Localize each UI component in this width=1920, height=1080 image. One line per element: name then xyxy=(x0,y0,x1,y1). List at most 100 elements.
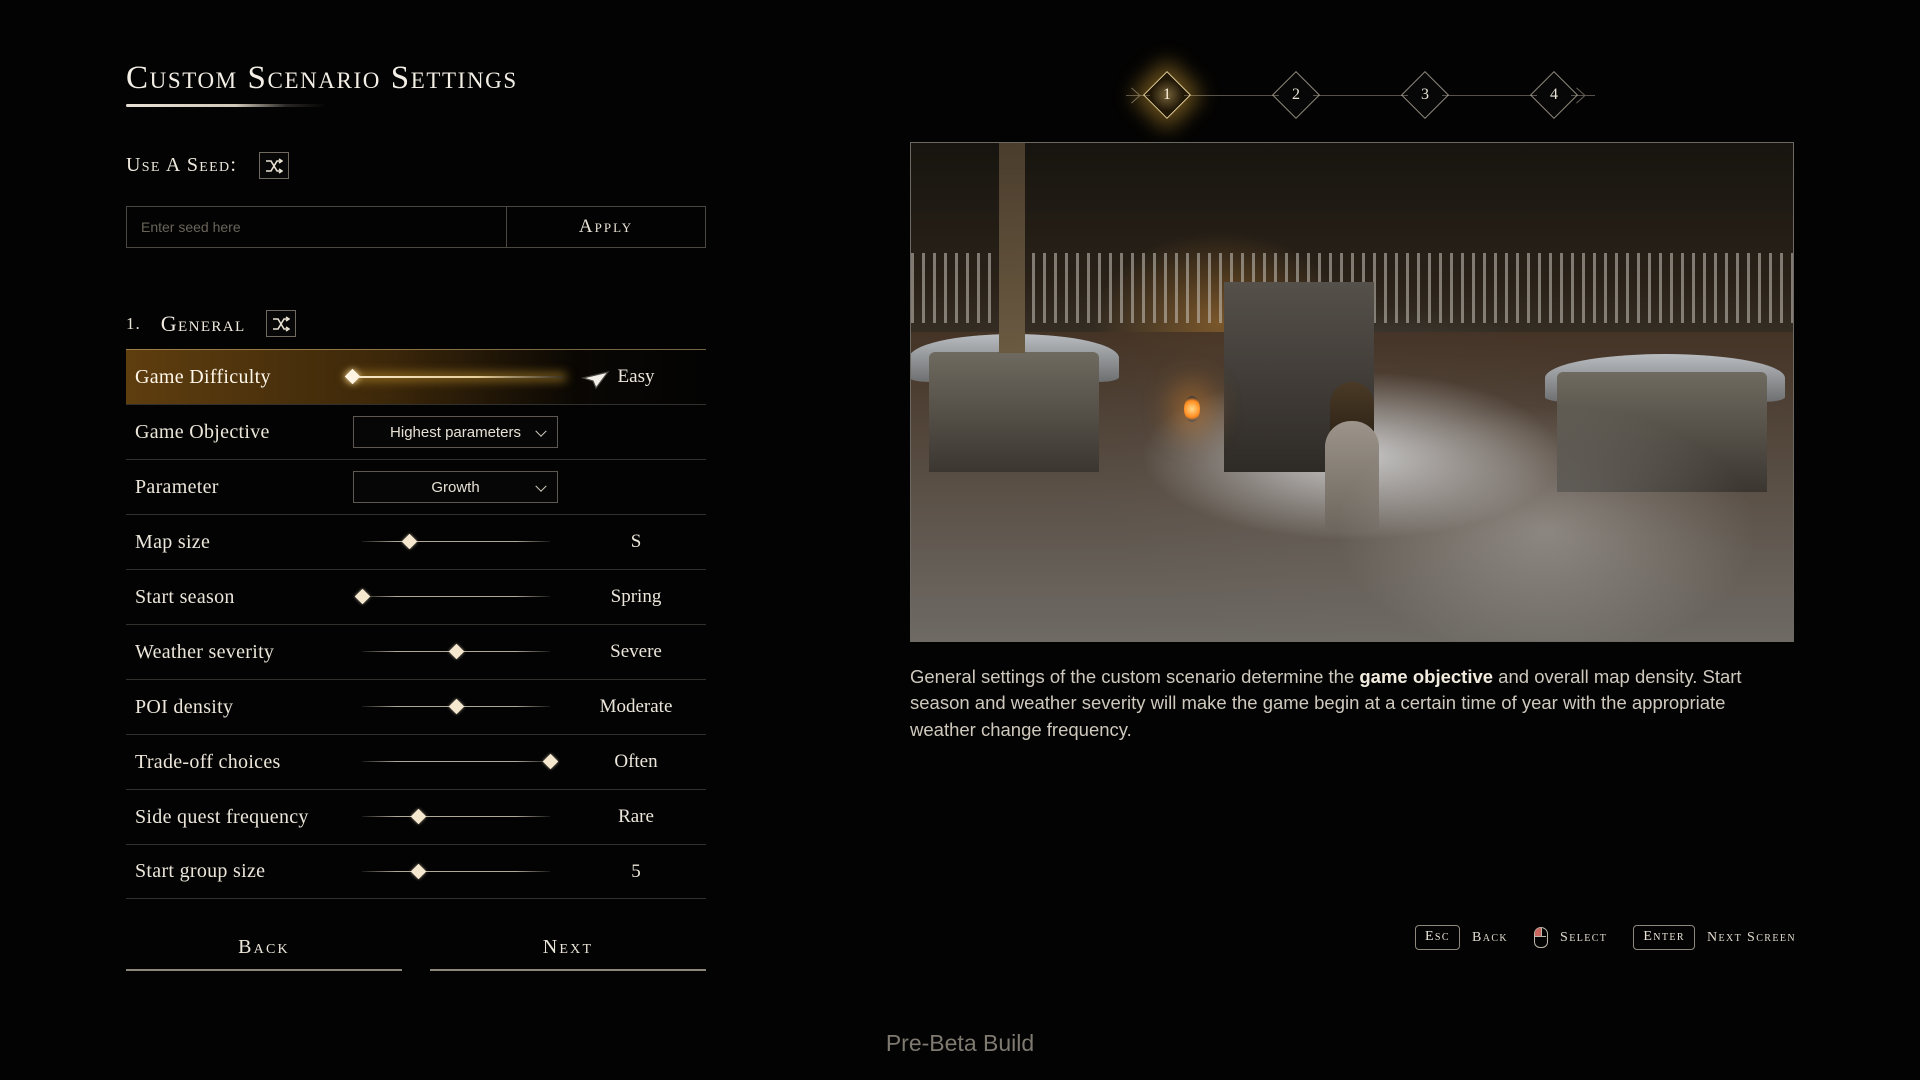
build-tag: Pre-Beta Build xyxy=(885,1030,1035,1056)
keycap-esc: Esc xyxy=(1414,925,1460,950)
setting-dropdown[interactable]: Highest parameters xyxy=(353,416,558,448)
setting-label: POI density xyxy=(135,695,234,718)
seed-label: Use a seed: xyxy=(126,154,238,176)
setting-slider[interactable] xyxy=(361,753,558,770)
description-highlight: game objective xyxy=(1359,666,1494,687)
setting-control xyxy=(345,533,566,550)
setting-label: Side quest frequency xyxy=(135,805,309,828)
dropdown-value: Highest parameters xyxy=(390,423,521,441)
key-hint-action: Back xyxy=(1471,929,1509,945)
setting-row-start-season[interactable]: Start season Spring xyxy=(126,569,706,624)
slider-track xyxy=(361,541,550,542)
setting-row-parameter[interactable]: Parameter Growth xyxy=(126,459,706,514)
slider-track xyxy=(361,761,550,762)
section-header-general: 1. General xyxy=(126,310,736,337)
key-hints-bar: Esc Back Select Enter Next screen xyxy=(1414,925,1810,950)
seed-input[interactable] xyxy=(126,207,506,247)
setting-row-weather-severity[interactable]: Weather severity Severe xyxy=(126,624,706,679)
seed-input-row: Apply xyxy=(126,206,706,248)
setting-slider[interactable] xyxy=(345,368,563,385)
custom-scenario-settings-screen: Custom Scenario Settings Use a seed: App… xyxy=(0,0,1920,1080)
key-hint-action: Select xyxy=(1560,929,1608,945)
setting-control xyxy=(345,753,566,770)
setting-value: Often xyxy=(614,751,658,772)
back-button[interactable]: Back xyxy=(126,925,402,971)
key-hint-action: Next screen xyxy=(1706,929,1796,945)
setting-label: Start season xyxy=(135,585,235,608)
chevron-down-icon xyxy=(535,425,547,437)
setting-slider[interactable] xyxy=(361,643,550,660)
setting-label: Start group size xyxy=(135,860,266,882)
seed-shuffle-icon[interactable] xyxy=(259,152,290,179)
apply-seed-button[interactable]: Apply xyxy=(506,207,706,247)
setting-value: Moderate xyxy=(599,696,673,717)
setting-slider[interactable] xyxy=(361,863,550,880)
setting-slider[interactable] xyxy=(361,698,550,715)
shuffle-icon xyxy=(266,157,284,174)
slider-handle[interactable] xyxy=(345,368,361,385)
setting-row-trade-off-choices[interactable]: Trade-off choices Often xyxy=(126,734,706,789)
step-indicator: 1 2 3 4 xyxy=(910,60,1810,130)
setting-slider[interactable] xyxy=(354,588,550,605)
title-underline xyxy=(126,104,326,107)
setting-row-start-group-size[interactable]: Start group size 5 xyxy=(126,844,706,899)
step-label: 4 xyxy=(1549,86,1558,103)
setting-row-game-difficulty[interactable]: Game Difficulty Easy xyxy=(126,349,706,404)
slider-handle[interactable] xyxy=(448,643,464,660)
scenario-preview-image xyxy=(910,142,1794,642)
setting-row-game-objective[interactable]: Game Objective Highest parameters xyxy=(126,404,706,459)
panel-footer-buttons: Back Next xyxy=(126,925,706,971)
step-label: 3 xyxy=(1420,86,1429,103)
mouse-cursor-pointer xyxy=(580,364,610,395)
setting-row-side-quest-frequency[interactable]: Side quest frequency Rare xyxy=(126,789,706,844)
setting-control xyxy=(345,643,566,660)
next-button[interactable]: Next xyxy=(430,925,706,971)
section-description: General settings of the custom scenario … xyxy=(910,664,1746,743)
page-title: Custom Scenario Settings xyxy=(126,60,518,96)
slider-handle[interactable] xyxy=(354,588,370,605)
step-label: 2 xyxy=(1291,86,1300,103)
mouse-divider xyxy=(1540,928,1542,936)
setting-row-poi-density[interactable]: POI density Moderate xyxy=(126,679,706,734)
section-title: General xyxy=(160,310,246,336)
setting-label: Map size xyxy=(135,530,211,553)
step-label: 1 xyxy=(1162,86,1171,103)
step-2[interactable]: 2 xyxy=(1271,70,1320,120)
setting-slider[interactable] xyxy=(361,533,550,550)
setting-control xyxy=(345,588,566,605)
setting-control xyxy=(345,808,566,825)
setting-label: Trade-off choices xyxy=(135,750,281,773)
preview-panel: 1 2 3 4 General settings of the custom scen… xyxy=(910,60,1810,743)
slider-handle[interactable] xyxy=(410,863,427,879)
shuffle-icon xyxy=(272,315,290,332)
section-shuffle-icon[interactable] xyxy=(265,310,296,337)
setting-dropdown[interactable]: Growth xyxy=(353,471,558,503)
step-rail-right-end xyxy=(1570,94,1595,96)
slider-track xyxy=(361,596,550,597)
slider-handle[interactable] xyxy=(542,753,558,770)
slider-handle[interactable] xyxy=(448,698,464,715)
slider-handle[interactable] xyxy=(410,808,427,825)
setting-value: 5 xyxy=(631,860,641,882)
setting-row-map-size[interactable]: Map size S xyxy=(126,514,706,569)
setting-control: Growth xyxy=(345,471,566,503)
description-part-1: General settings of the custom scenario … xyxy=(910,666,1360,687)
setting-slider[interactable] xyxy=(361,808,550,825)
settings-panel: Custom Scenario Settings Use a seed: App… xyxy=(126,60,736,971)
step-connector xyxy=(1183,94,1279,96)
section-number: 1. xyxy=(126,313,141,333)
setting-value: S xyxy=(630,531,642,552)
setting-label: Parameter xyxy=(135,475,219,498)
setting-control xyxy=(345,863,566,880)
step-connector xyxy=(1312,94,1408,96)
slider-track xyxy=(361,816,550,817)
slider-handle[interactable] xyxy=(401,533,417,550)
chevron-down-icon xyxy=(535,480,547,492)
keycap-enter: Enter xyxy=(1633,925,1695,950)
step-3[interactable]: 3 xyxy=(1400,70,1449,120)
slider-track xyxy=(361,870,550,872)
step-1-current[interactable]: 1 xyxy=(1142,70,1191,120)
preview-snow xyxy=(911,143,1793,641)
mouse-icon xyxy=(1534,927,1549,948)
setting-control xyxy=(345,368,566,385)
